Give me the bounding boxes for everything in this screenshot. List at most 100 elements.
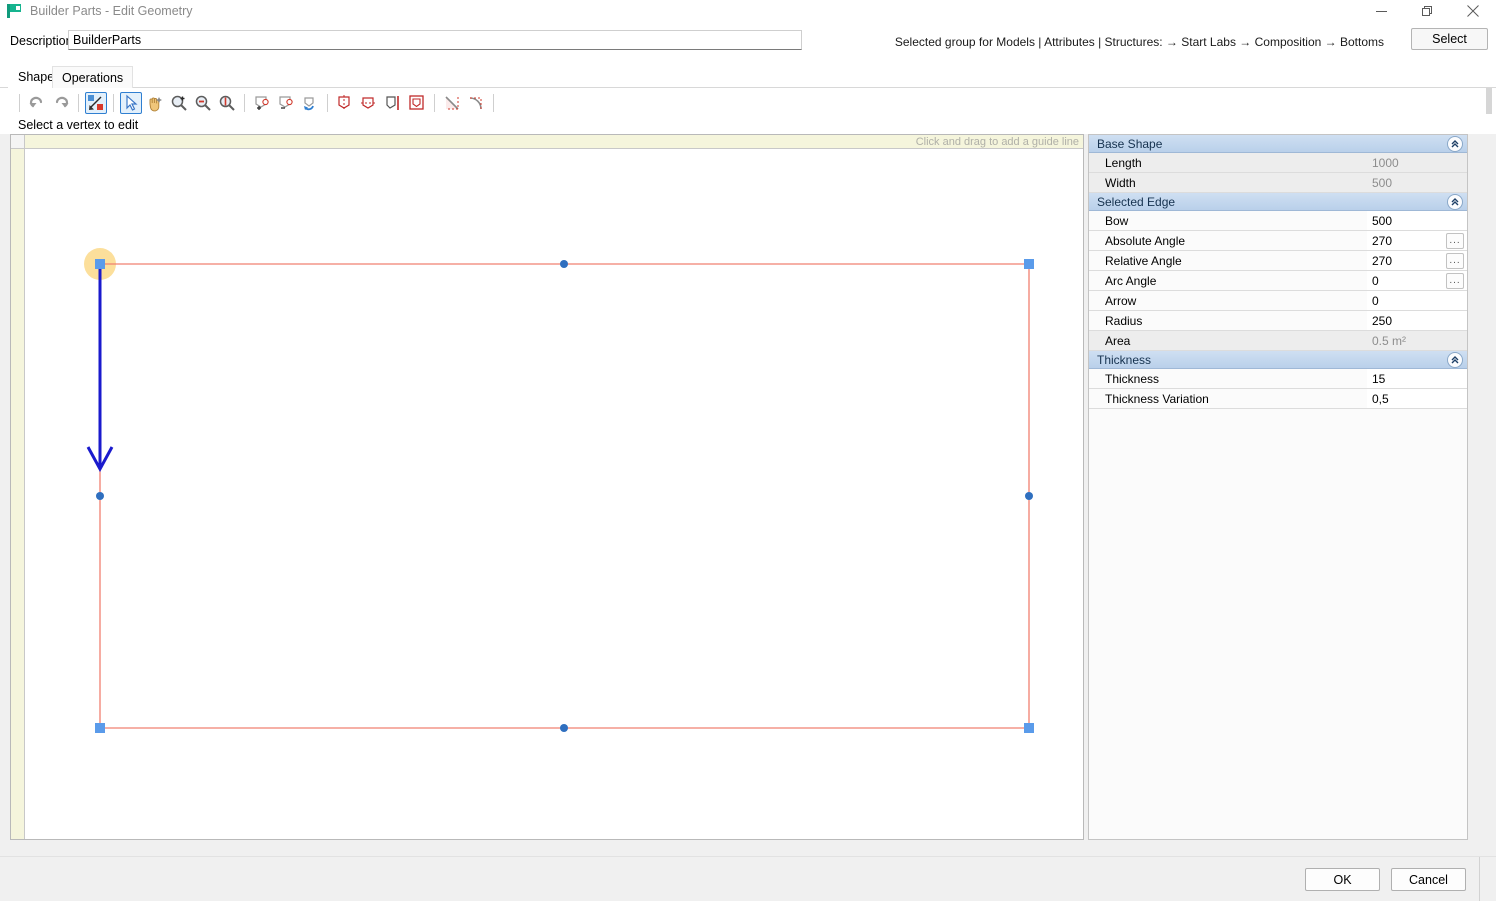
select-group-button[interactable]: Select xyxy=(1411,28,1488,50)
add-vertex-icon[interactable] xyxy=(251,92,273,114)
property-row-absolute-angle[interactable]: Absolute Angle 270 ... xyxy=(1089,231,1467,251)
group-title: Thickness xyxy=(1089,353,1151,367)
midpoint-bottom xyxy=(560,724,568,732)
property-value-input[interactable]: 15 xyxy=(1367,369,1467,389)
property-row-area[interactable]: Area 0.5 m² xyxy=(1089,331,1467,351)
breadcrumb: Selected group for Models | Attributes |… xyxy=(895,35,1384,49)
app-flag-icon xyxy=(6,3,22,19)
property-row-thickness[interactable]: Thickness 15 xyxy=(1089,369,1467,389)
description-input[interactable] xyxy=(68,30,802,50)
undo-icon[interactable] xyxy=(26,92,48,114)
property-row-arc-angle[interactable]: Arc Angle 0 ... xyxy=(1089,271,1467,291)
property-label: Thickness xyxy=(1089,369,1367,389)
property-row-width[interactable]: Width 500 xyxy=(1089,173,1467,193)
description-label: Description xyxy=(10,34,73,48)
ellipsis-button[interactable]: ... xyxy=(1446,273,1464,289)
minimize-icon[interactable] xyxy=(1358,0,1404,22)
window-controls xyxy=(1358,0,1496,22)
toolbar-separator xyxy=(327,94,328,112)
toolbar-separator xyxy=(493,94,494,112)
tab-operations[interactable]: Operations xyxy=(52,66,133,88)
ellipsis-button[interactable]: ... xyxy=(1446,253,1464,269)
scrollbar-thumb[interactable] xyxy=(1486,88,1492,114)
pan-hand-icon[interactable] xyxy=(144,92,166,114)
mirror-diagonal-icon[interactable] xyxy=(334,92,356,114)
ruler-left[interactable] xyxy=(11,149,25,839)
cut-corner-icon[interactable] xyxy=(441,92,463,114)
tab-strip: Shape Operations xyxy=(0,66,1496,88)
zoom-fit-icon[interactable] xyxy=(216,92,238,114)
vertex-bottom-left xyxy=(95,723,105,733)
window-title: Builder Parts - Edit Geometry xyxy=(30,4,193,18)
toolbar-separator xyxy=(244,94,245,112)
property-row-radius[interactable]: Radius 250 xyxy=(1089,311,1467,331)
mirror-vertical-icon[interactable] xyxy=(382,92,404,114)
ok-button[interactable]: OK xyxy=(1305,868,1380,891)
property-row-relative-angle[interactable]: Relative Angle 270 ... xyxy=(1089,251,1467,271)
group-title: Selected Edge xyxy=(1089,195,1175,209)
ruler-corner[interactable] xyxy=(11,135,25,149)
zoom-in-icon[interactable] xyxy=(168,92,190,114)
shape-drawing[interactable] xyxy=(25,149,1083,839)
select-pointer-icon[interactable] xyxy=(120,92,142,114)
property-value-input[interactable]: 0 xyxy=(1367,291,1467,311)
property-row-arrow[interactable]: Arrow 0 xyxy=(1089,291,1467,311)
midpoint-left xyxy=(96,492,104,500)
chevron-double-up-icon[interactable] xyxy=(1447,194,1463,210)
group-header-base-shape[interactable]: Base Shape xyxy=(1089,135,1467,153)
property-value-input[interactable]: 0,5 xyxy=(1367,389,1467,409)
vertex-top-left xyxy=(95,259,105,269)
group-title: Base Shape xyxy=(1089,137,1162,151)
group-header-thickness[interactable]: Thickness xyxy=(1089,351,1467,369)
dialog-footer: OK Cancel xyxy=(0,856,1496,900)
title-bar: Builder Parts - Edit Geometry xyxy=(0,0,1496,22)
property-value-input[interactable]: 270 xyxy=(1367,234,1392,248)
rotate-shape-icon[interactable] xyxy=(299,92,321,114)
midpoint-top xyxy=(560,260,568,268)
property-value-input[interactable]: 250 xyxy=(1367,311,1467,331)
property-row-thickness-variation[interactable]: Thickness Variation 0,5 xyxy=(1089,389,1467,409)
property-label: Thickness Variation xyxy=(1089,389,1367,409)
edit-vertex-icon[interactable] xyxy=(85,92,107,114)
toolbar xyxy=(0,88,1496,118)
property-row-bow[interactable]: Bow 500 xyxy=(1089,211,1467,231)
duplicate-shape-icon[interactable] xyxy=(406,92,428,114)
edge-direction-arrow xyxy=(88,266,112,469)
property-value-input[interactable]: 0 xyxy=(1367,274,1379,288)
status-text: Select a vertex to edit xyxy=(0,118,1496,134)
mirror-horizontal-icon[interactable] xyxy=(358,92,380,114)
remove-vertex-icon[interactable] xyxy=(275,92,297,114)
property-label: Width xyxy=(1089,173,1367,193)
ruler-top[interactable]: Click and drag to add a guide line xyxy=(25,135,1083,149)
round-corner-icon[interactable] xyxy=(465,92,487,114)
redo-icon[interactable] xyxy=(50,92,72,114)
property-label: Bow xyxy=(1089,211,1367,231)
toolbar-separator xyxy=(434,94,435,112)
property-label: Area xyxy=(1089,331,1367,351)
property-value: 0.5 m² xyxy=(1367,331,1467,351)
property-label: Radius xyxy=(1089,311,1367,331)
geometry-canvas-panel: Click and drag to add a guide line xyxy=(10,134,1084,840)
description-row: Description Selected group for Models | … xyxy=(0,22,1496,66)
window-scrollbar[interactable] xyxy=(1484,88,1494,840)
property-value-input[interactable]: 500 xyxy=(1367,211,1467,231)
restore-icon[interactable] xyxy=(1404,0,1450,22)
property-panel: Base Shape Length 1000 Width 500 Selecte… xyxy=(1088,134,1468,840)
vertex-bottom-right xyxy=(1024,723,1034,733)
property-value-input[interactable]: 270 xyxy=(1367,254,1392,268)
footer-divider xyxy=(1479,857,1480,901)
shape-canvas[interactable] xyxy=(25,149,1083,839)
property-row-length[interactable]: Length 1000 xyxy=(1089,153,1467,173)
close-icon[interactable] xyxy=(1450,0,1496,22)
property-label: Absolute Angle xyxy=(1089,231,1367,251)
group-header-selected-edge[interactable]: Selected Edge xyxy=(1089,193,1467,211)
property-value: 1000 xyxy=(1367,153,1467,173)
toolbar-separator xyxy=(113,94,114,112)
property-label: Relative Angle xyxy=(1089,251,1367,271)
property-label: Arrow xyxy=(1089,291,1367,311)
ellipsis-button[interactable]: ... xyxy=(1446,233,1464,249)
chevron-double-up-icon[interactable] xyxy=(1447,352,1463,368)
chevron-double-up-icon[interactable] xyxy=(1447,136,1463,152)
zoom-out-icon[interactable] xyxy=(192,92,214,114)
cancel-button[interactable]: Cancel xyxy=(1391,868,1466,891)
